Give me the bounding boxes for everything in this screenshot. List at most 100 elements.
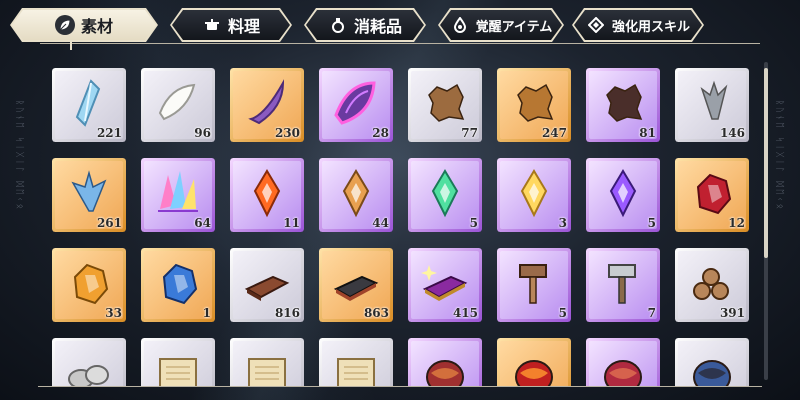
- white-fang-icon: [158, 83, 196, 121]
- red-cloth-icon: [426, 360, 464, 386]
- scrollbar[interactable]: [764, 62, 768, 380]
- iron-hammer-icon: [608, 264, 636, 304]
- purple-horn-icon: [248, 79, 285, 125]
- item-quantity: 146: [719, 126, 745, 140]
- item-slot[interactable]: 96: [141, 68, 215, 142]
- item-quantity: 415: [452, 306, 478, 320]
- beast-hide-icon: [517, 83, 554, 122]
- item-slot[interactable]: [141, 338, 215, 386]
- dark-hide-icon: [606, 83, 643, 122]
- dark-gem-icon: [609, 169, 637, 218]
- tab-label: 覚醒アイテム: [475, 19, 553, 35]
- item-slot[interactable]: 3: [497, 158, 571, 232]
- item-quantity: 1: [202, 306, 211, 320]
- item-slot[interactable]: 81: [586, 68, 660, 142]
- small-hide-icon: [428, 83, 465, 122]
- item-slot[interactable]: [586, 338, 660, 386]
- item-slot[interactable]: 44: [319, 158, 393, 232]
- item-slot[interactable]: 64: [141, 158, 215, 232]
- item-slot[interactable]: [497, 338, 571, 386]
- item-slot[interactable]: 146: [675, 68, 749, 142]
- tab-cooking[interactable]: 料理: [170, 8, 292, 42]
- bottom-divider: [38, 386, 762, 387]
- item-slot[interactable]: 7: [586, 248, 660, 322]
- blue-feather-icon: [71, 170, 107, 212]
- item-slot[interactable]: [408, 338, 482, 386]
- gray-feather-icon: [700, 80, 728, 120]
- scroll-icon: [337, 358, 375, 386]
- item-slot[interactable]: 5: [497, 248, 571, 322]
- item-quantity: 221: [96, 126, 122, 140]
- flask-icon: [328, 15, 348, 35]
- item-slot[interactable]: 5: [408, 158, 482, 232]
- item-slot[interactable]: 77: [408, 68, 482, 142]
- item-quantity: 247: [541, 126, 567, 140]
- whetstone-icon: [244, 275, 290, 301]
- fire-gem-icon: [253, 169, 281, 218]
- item-quantity: 5: [647, 216, 656, 230]
- category-tabs: 素材 料理 消耗品 覚醒アイテム 強化用スキル: [10, 8, 790, 44]
- pot-icon: [202, 15, 222, 35]
- item-slot[interactable]: 1: [141, 248, 215, 322]
- stones-icon: [68, 365, 109, 386]
- item-slot[interactable]: 230: [230, 68, 304, 142]
- blue-crystal-icon: [75, 79, 101, 127]
- item-slot[interactable]: 391: [675, 248, 749, 322]
- item-quantity: 5: [469, 216, 478, 230]
- item-quantity: 33: [105, 306, 122, 320]
- item-quantity: 11: [283, 216, 300, 230]
- item-slot[interactable]: 221: [52, 68, 126, 142]
- item-slot[interactable]: 415: [408, 248, 482, 322]
- tab-enhancement-skills[interactable]: 強化用スキル: [572, 8, 704, 42]
- tab-label: 消耗品: [353, 17, 402, 36]
- item-quantity: 230: [274, 126, 300, 140]
- item-quantity: 81: [639, 126, 656, 140]
- item-quantity: 7: [647, 306, 656, 320]
- logs-icon: [693, 268, 729, 300]
- tab-label: 強化用スキル: [611, 19, 690, 35]
- item-quantity: 816: [274, 306, 300, 320]
- item-slot[interactable]: 28: [319, 68, 393, 142]
- item-slot[interactable]: [675, 338, 749, 386]
- item-grid: 221 96 230 28 77 247 81 146 261 64 11 44 5 3 5 12 33 1 816…: [38, 56, 760, 386]
- item-slot[interactable]: 863: [319, 248, 393, 322]
- item-slot[interactable]: 5: [586, 158, 660, 232]
- item-slot[interactable]: 11: [230, 158, 304, 232]
- tab-consumables[interactable]: 消耗品: [304, 8, 426, 42]
- item-quantity: 863: [363, 306, 389, 320]
- scrollbar-thumb[interactable]: [764, 68, 768, 258]
- tab-underline: [40, 43, 760, 44]
- item-slot[interactable]: 33: [52, 248, 126, 322]
- wood-hammer-icon: [519, 264, 547, 304]
- item-quantity: 44: [372, 216, 389, 230]
- item-slot[interactable]: 12: [675, 158, 749, 232]
- item-slot[interactable]: 247: [497, 68, 571, 142]
- item-quantity: 96: [194, 126, 211, 140]
- item-quantity: 5: [558, 306, 567, 320]
- wind-gem-icon: [431, 169, 459, 218]
- awaken-drop-icon: [450, 15, 470, 35]
- tab-awakening-items[interactable]: 覚醒アイテム: [438, 8, 564, 42]
- item-slot[interactable]: [52, 338, 126, 386]
- scroll-icon: [159, 358, 197, 386]
- rainbow-crystal-icon: [158, 171, 198, 212]
- skill-diamond-icon: [586, 15, 606, 35]
- left-rune-decoration: ᚱᚢᚾᛖ ᛋᛁᚷᛁᛚ ᛞᛖᚲᛟ: [14, 100, 24, 212]
- item-quantity: 3: [558, 216, 567, 230]
- item-slot[interactable]: [319, 338, 393, 386]
- gold-ore-icon: [73, 263, 109, 305]
- blue-ore-icon: [162, 263, 198, 305]
- dark-whetstone-icon: [333, 275, 379, 301]
- tab-materials[interactable]: 素材: [10, 8, 158, 42]
- earth-gem-icon: [342, 169, 370, 218]
- item-slot[interactable]: 261: [52, 158, 126, 232]
- blue-cloth-icon: [693, 360, 731, 386]
- fire-cloth-icon: [515, 360, 553, 386]
- right-rune-decoration: ᚱᚢᚾᛖ ᛋᛁᚷᛁᛚ ᛞᛖᚲᛟ: [774, 100, 784, 212]
- item-quantity: 64: [194, 216, 211, 230]
- red-ore-icon: [696, 173, 732, 215]
- magic-scale-icon: [334, 81, 376, 125]
- item-slot[interactable]: [230, 338, 304, 386]
- item-slot[interactable]: 816: [230, 248, 304, 322]
- item-quantity: 391: [719, 306, 745, 320]
